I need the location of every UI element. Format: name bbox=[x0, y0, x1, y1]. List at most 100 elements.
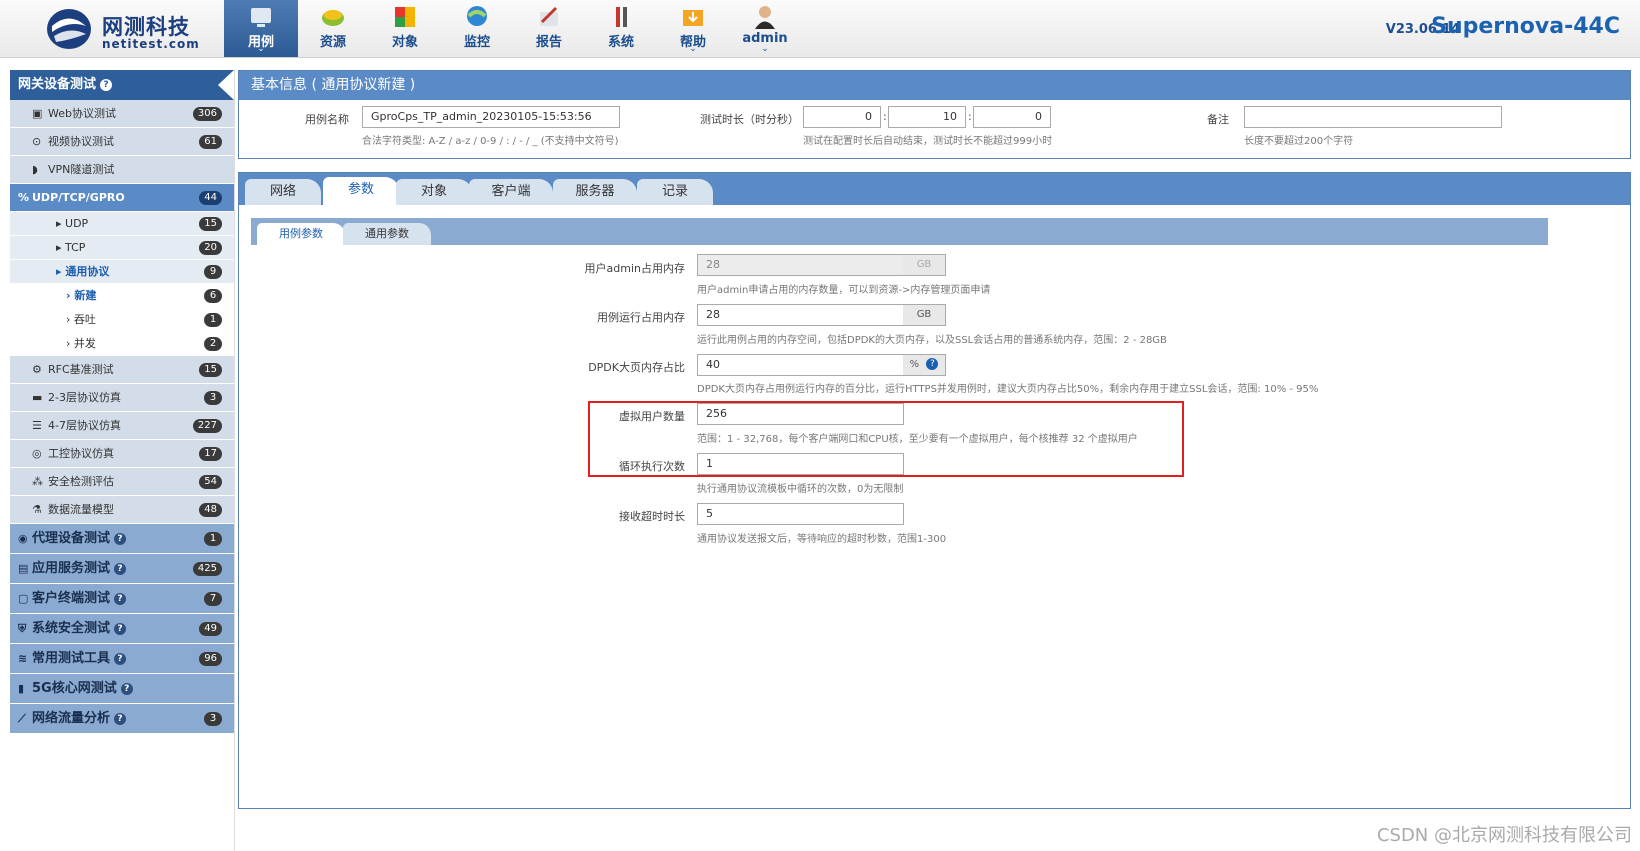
recv-timeout-input[interactable]: 5 bbox=[697, 503, 904, 525]
case-name-input[interactable]: GproCps_TP_admin_20230105-15:53:56 bbox=[362, 106, 620, 128]
sidebar-item-label: 数据流量模型 bbox=[48, 503, 114, 516]
sidebar-item-l47[interactable]: ☰ 4-7层协议仿真 227 bbox=[10, 412, 234, 440]
nav-system[interactable]: 系统 bbox=[584, 0, 658, 57]
sidebar-item-label: 新建 bbox=[74, 289, 97, 302]
sidebar-group-label: 网络流量分析 bbox=[32, 711, 111, 726]
target-icon: ◎ bbox=[32, 447, 42, 460]
nav-resource[interactable]: 资源 bbox=[296, 0, 370, 57]
count-badge: 54 bbox=[199, 474, 222, 489]
tab-server[interactable]: 服务器 bbox=[553, 179, 637, 205]
remark-input[interactable] bbox=[1244, 106, 1502, 128]
help-icon[interactable]: ? bbox=[114, 562, 127, 575]
help-icon[interactable]: ? bbox=[114, 622, 127, 635]
help-icon[interactable]: ? bbox=[120, 682, 133, 695]
nav-object-label: 对象 bbox=[391, 35, 418, 50]
duration-label: 测试时长（时分秒） bbox=[700, 113, 799, 126]
nav-report[interactable]: 报告 bbox=[512, 0, 586, 57]
chevron-right-icon: › bbox=[66, 337, 74, 350]
help-icon[interactable]: ? bbox=[114, 532, 127, 545]
sidebar-leaf-new[interactable]: › 新建 6 bbox=[10, 284, 234, 308]
duration-hours-input[interactable]: 0 bbox=[803, 106, 881, 128]
percent-unit: % ? bbox=[903, 354, 946, 376]
admin-memory-input: 28 bbox=[697, 254, 904, 276]
count-badge: 20 bbox=[199, 240, 222, 255]
nav-monitor[interactable]: 监控 bbox=[440, 0, 514, 57]
basic-info-panel: 基本信息 ( 通用协议新建 ) 用例名称 GproCps_TP_admin_20… bbox=[238, 70, 1631, 159]
sidebar-item-label: TCP bbox=[65, 241, 86, 254]
sidebar-item-ics[interactable]: ◎ 工控协议仿真 17 bbox=[10, 440, 234, 468]
monitor-icon bbox=[467, 6, 487, 26]
collapse-arrow-icon bbox=[218, 70, 234, 100]
remark-label: 备注 bbox=[1207, 113, 1229, 126]
sidebar-item-l23[interactable]: ▬ 2-3层协议仿真 3 bbox=[10, 384, 234, 412]
sidebar-head[interactable]: 网关设备测试? bbox=[10, 70, 234, 100]
admin-memory-label: 用户admin占用内存 bbox=[584, 262, 685, 275]
nav-system-label: 系统 bbox=[607, 35, 634, 50]
sidebar-item-vpn[interactable]: ◗ VPN隧道测试 bbox=[10, 156, 234, 184]
admin-memory-hint: 用户admin申请占用的内存数量，可以到资源->内存管理页面申请 bbox=[697, 285, 991, 296]
object-icon bbox=[395, 7, 415, 27]
watermark: CSDN @北京网测科技有限公司 bbox=[1376, 825, 1632, 846]
nav-monitor-label: 监控 bbox=[463, 35, 490, 50]
sidebar-item-video[interactable]: ⊙ 视频协议测试 61 bbox=[10, 128, 234, 156]
count-badge: 9 bbox=[204, 264, 222, 279]
sidebar-item-security[interactable]: ⁂ 安全检测评估 54 bbox=[10, 468, 234, 496]
sitemap-icon: ⁂ bbox=[32, 475, 43, 488]
case-memory-input[interactable]: 28 bbox=[697, 304, 904, 326]
tab-params[interactable]: 参数 bbox=[323, 177, 399, 205]
count-badge: 49 bbox=[199, 621, 222, 636]
sidebar-group-analysis[interactable]: ⟋ 网络流量分析? 3 bbox=[10, 704, 234, 734]
sidebar-item-label: 视频协议测试 bbox=[48, 135, 114, 148]
sidebar-item-rfc[interactable]: ⚙ RFC基准测试 15 bbox=[10, 356, 234, 384]
nav-case[interactable]: 用例 ⌄ bbox=[224, 0, 298, 57]
top-bar: 网测科技 netitest.com 用例 ⌄ 资源 对象 监控 报告 系统 帮助 ⌄… bbox=[0, 0, 1640, 58]
help-icon[interactable]: ? bbox=[100, 78, 113, 91]
product-name: Supernova-44C bbox=[1431, 14, 1620, 39]
help-icon[interactable]: ? bbox=[114, 592, 127, 605]
duration-minutes-input[interactable]: 10 bbox=[888, 106, 966, 128]
count-badge: 44 bbox=[199, 190, 222, 205]
sidebar-group-label: 系统安全测试 bbox=[32, 621, 111, 636]
sidebar-group-tools[interactable]: ≋ 常用测试工具? 96 bbox=[10, 644, 234, 674]
count-badge: 3 bbox=[204, 390, 222, 405]
sidebar-sub-tcp[interactable]: ▸ TCP 20 bbox=[10, 236, 234, 260]
count-badge: 6 bbox=[204, 289, 222, 303]
tab-object[interactable]: 对象 bbox=[396, 179, 472, 205]
tab-client[interactable]: 客户端 bbox=[469, 179, 553, 205]
sidebar-item-udp-tcp-gpro[interactable]: % UDP/TCP/GPRO 44 bbox=[10, 184, 234, 212]
tab-network[interactable]: 网络 bbox=[245, 179, 321, 205]
sidebar-item-traffic-model[interactable]: ⚗ 数据流量模型 48 bbox=[10, 496, 234, 524]
sidebar-item-web[interactable]: ▣ Web协议测试 306 bbox=[10, 100, 234, 128]
sidebar-group-5g[interactable]: ▮ 5G核心网测试? bbox=[10, 674, 234, 704]
nav-object[interactable]: 对象 bbox=[368, 0, 442, 57]
nav-help[interactable]: 帮助 ⌄ bbox=[656, 0, 730, 57]
sidebar-item-label: 安全检测评估 bbox=[48, 475, 114, 488]
subtab-case-params[interactable]: 用例参数 bbox=[257, 223, 345, 245]
dpdk-ratio-input[interactable]: 40 bbox=[697, 354, 904, 376]
sidebar-group-proxy[interactable]: ◉ 代理设备测试? 1 bbox=[10, 524, 234, 554]
sidebar-group-app[interactable]: ▤ 应用服务测试? 425 bbox=[10, 554, 234, 584]
count-badge: 15 bbox=[199, 362, 222, 377]
sidebar-group-client[interactable]: ▢ 客户终端测试? 7 bbox=[10, 584, 234, 614]
sidebar-group-label: 代理设备测试 bbox=[32, 531, 111, 546]
params-panel: 网络 参数 对象 客户端 服务器 记录 用例参数 通用参数 用户admin占用内… bbox=[238, 172, 1631, 809]
help-icon[interactable]: ? bbox=[114, 712, 127, 725]
subtab-common-params[interactable]: 通用参数 bbox=[343, 223, 431, 245]
help-icon[interactable]: ? bbox=[114, 652, 127, 665]
sidebar-sub-generic[interactable]: ▸ 通用协议 9 bbox=[10, 260, 234, 284]
nav-admin[interactable]: admin ⌄ bbox=[728, 0, 802, 57]
help-icon[interactable]: ? bbox=[926, 358, 939, 370]
logo[interactable]: 网测科技 netitest.com bbox=[44, 6, 214, 52]
chevron-down-icon: ▸ bbox=[56, 265, 66, 278]
sidebar-sub-udp[interactable]: ▸ UDP 15 bbox=[10, 212, 234, 236]
count-badge: 306 bbox=[192, 106, 222, 121]
count-badge: 48 bbox=[199, 502, 222, 517]
tab-record[interactable]: 记录 bbox=[637, 179, 713, 205]
sidebar-leaf-throughput[interactable]: › 吞吐 1 bbox=[10, 308, 234, 332]
sidebar-leaf-concurrent[interactable]: › 并发 2 bbox=[10, 332, 234, 356]
sidebar-group-syssec[interactable]: ⛨ 系统安全测试? 49 bbox=[10, 614, 234, 644]
chevron-right-icon: › bbox=[66, 313, 74, 326]
duration-seconds-input[interactable]: 0 bbox=[973, 106, 1051, 128]
count-badge: 425 bbox=[192, 561, 222, 576]
sidebar-group-label: 客户终端测试 bbox=[32, 591, 111, 606]
